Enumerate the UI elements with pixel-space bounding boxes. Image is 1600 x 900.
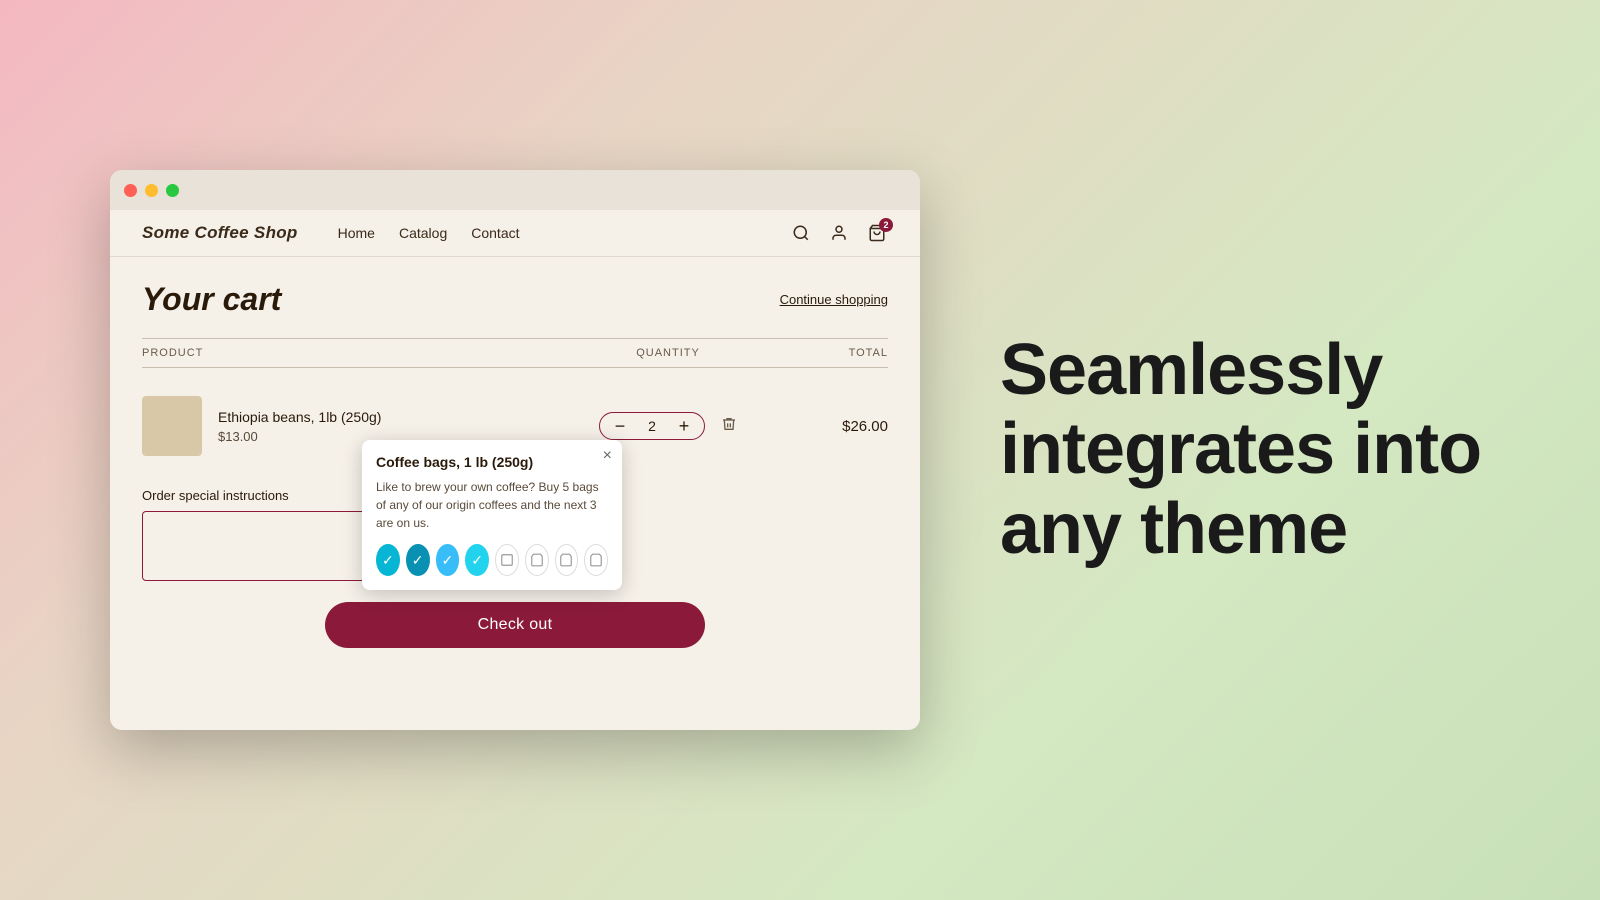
col-product: PRODUCT [142, 347, 568, 359]
checkout-button[interactable]: Check out [325, 602, 705, 648]
checkout-section: Check out [142, 602, 888, 648]
nav-link-catalog[interactable]: Catalog [399, 225, 447, 241]
tooltip-icon-5[interactable] [495, 544, 519, 576]
item-price: $13.00 [218, 429, 381, 444]
nav-link-home[interactable]: Home [338, 225, 375, 241]
tooltip-icon-8[interactable] [584, 544, 608, 576]
page-wrapper: Some Coffee Shop Home Catalog Contact [0, 0, 1600, 900]
traffic-light-yellow[interactable] [145, 184, 158, 197]
cart-icon[interactable]: 2 [866, 222, 888, 244]
tagline-line3: any theme [1000, 490, 1540, 569]
qty-wrapper: − 2 + [599, 412, 705, 440]
tagline-line1: Seamlessly [1000, 331, 1540, 410]
store-content: Some Coffee Shop Home Catalog Contact [110, 210, 920, 730]
item-total: $26.00 [768, 418, 888, 435]
right-text: Seamlessly integrates into any theme [920, 331, 1600, 569]
quantity-control: − 2 + [568, 412, 768, 440]
qty-increase-button[interactable]: + [676, 417, 692, 435]
cart-page: Your cart Continue shopping PRODUCT QUAN… [110, 257, 920, 672]
cart-table-header: PRODUCT QUANTITY TOTAL [142, 338, 888, 368]
tooltip-desc: Like to brew your own coffee? Buy 5 bags… [376, 478, 608, 532]
tooltip-icon-6[interactable] [525, 544, 549, 576]
item-details: Ethiopia beans, 1lb (250g) $13.00 [218, 409, 381, 444]
title-bar [110, 170, 920, 210]
traffic-light-green[interactable] [166, 184, 179, 197]
tooltip-icon-2[interactable]: ✓ [406, 544, 430, 576]
cart-title: Your cart [142, 281, 281, 318]
tooltip-icon-3[interactable]: ✓ [436, 544, 460, 576]
tooltip-close-button[interactable]: × [603, 448, 612, 464]
tooltip-icon-7[interactable] [555, 544, 579, 576]
tooltip-title: Coffee bags, 1 lb (250g) [376, 454, 608, 470]
traffic-light-red[interactable] [124, 184, 137, 197]
cart-badge: 2 [879, 218, 893, 232]
col-quantity: QUANTITY [568, 347, 768, 359]
nav-icons: 2 [790, 222, 888, 244]
continue-shopping-link[interactable]: Continue shopping [780, 292, 888, 307]
col-total: TOTAL [768, 347, 888, 359]
store-logo: Some Coffee Shop [142, 223, 298, 243]
nav-links: Home Catalog Contact [338, 225, 790, 241]
tooltip-icon-1[interactable]: ✓ [376, 544, 400, 576]
tagline-line2: integrates into [1000, 410, 1540, 489]
navbar: Some Coffee Shop Home Catalog Contact [110, 210, 920, 257]
qty-value: 2 [644, 418, 660, 434]
nav-link-contact[interactable]: Contact [471, 225, 519, 241]
delete-item-button[interactable] [721, 416, 737, 437]
tooltip-icon-4[interactable]: ✓ [465, 544, 489, 576]
cart-item: Ethiopia beans, 1lb (250g) $13.00 − 2 + [142, 380, 888, 472]
cart-header: Your cart Continue shopping [142, 281, 888, 318]
search-icon[interactable] [790, 222, 812, 244]
item-image [142, 396, 202, 456]
browser-window: Some Coffee Shop Home Catalog Contact [110, 170, 920, 730]
item-name: Ethiopia beans, 1lb (250g) [218, 409, 381, 425]
tagline: Seamlessly integrates into any theme [1000, 331, 1540, 569]
tooltip-icons: ✓ ✓ ✓ ✓ [376, 544, 608, 576]
qty-decrease-button[interactable]: − [612, 417, 628, 435]
account-icon[interactable] [828, 222, 850, 244]
tooltip-popup: × Coffee bags, 1 lb (250g) Like to brew … [362, 440, 622, 590]
